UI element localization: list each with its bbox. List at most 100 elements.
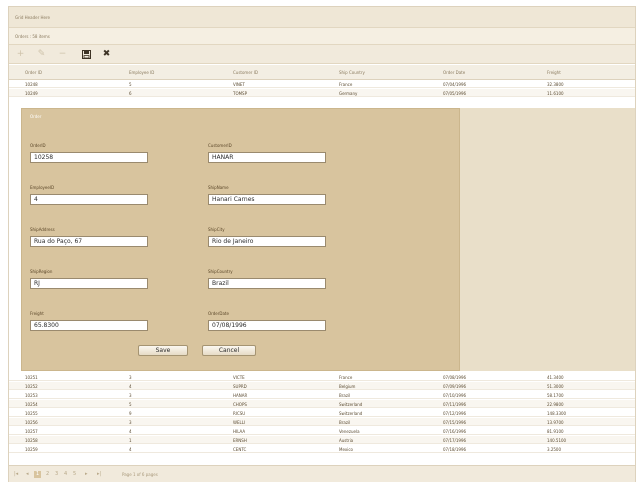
group-info: Orders : 58 items	[15, 34, 50, 39]
table-row[interactable]: 10253 3 HANAR Brazil 07/10/1996 58.1700	[9, 391, 635, 399]
cell-order-date: 07/18/1996	[443, 447, 467, 452]
cell-employee-id: 3	[129, 375, 132, 380]
cell-order-id: 10252	[25, 384, 38, 389]
employee-id-input[interactable]	[30, 194, 148, 205]
cell-ship-country: Mexico	[339, 447, 353, 452]
ship-city-input[interactable]	[208, 236, 326, 247]
table-row[interactable]: 10259 4 CENTC Mexico 07/18/1996 3.2500	[9, 445, 635, 453]
next-page-icon[interactable]: ▸	[85, 471, 88, 478]
cell-freight: 81.9100	[547, 429, 564, 434]
cell-ship-country: Germany	[339, 91, 358, 96]
column-header-employee-id[interactable]: Employee ID	[129, 70, 154, 75]
column-header-order-date[interactable]: Order Date	[443, 70, 465, 75]
cell-ship-country: Brazil	[339, 393, 351, 398]
page-number[interactable]: 4	[64, 471, 67, 478]
table-row[interactable]: 10249 6 TOMSP Germany 07/05/1996 11.6100	[9, 89, 635, 97]
cancel-icon[interactable]: ✖	[101, 49, 112, 60]
cell-order-date: 07/09/1996	[443, 384, 467, 389]
ship-city-label: ShipCity	[208, 227, 225, 232]
edit-form-panel: Order OrderID CustomerID EmployeeID Ship…	[21, 108, 460, 371]
cell-order-id: 10258	[25, 438, 38, 443]
cell-order-date: 07/12/1996	[443, 411, 467, 416]
cell-order-date: 07/10/1996	[443, 393, 467, 398]
freight-label: Freight	[30, 311, 44, 316]
first-page-icon[interactable]: |◂	[14, 471, 18, 478]
order-id-input[interactable]	[30, 152, 148, 163]
cell-order-id: 10256	[25, 420, 38, 425]
column-header-freight[interactable]: Freight	[547, 70, 561, 75]
save-button[interactable]: Save	[138, 345, 188, 356]
cell-employee-id: 4	[129, 447, 132, 452]
column-header-order-id[interactable]: Order ID	[25, 70, 42, 75]
ship-region-input[interactable]	[30, 278, 148, 289]
delete-icon[interactable]: −	[57, 49, 68, 60]
cell-freight: 148.3300	[547, 411, 567, 416]
group-info-bar: Orders : 58 items	[9, 28, 635, 45]
pager: |◂ ◂ 1 2 3 4 5 ▸ ▸| Page 1 of 6 pages	[9, 465, 635, 482]
cell-employee-id: 6	[129, 91, 132, 96]
order-date-input[interactable]	[208, 320, 326, 331]
ship-name-input[interactable]	[208, 194, 326, 205]
page-number[interactable]: 3	[55, 471, 58, 478]
column-header-ship-country[interactable]: Ship Country	[339, 70, 365, 75]
cell-employee-id: 3	[129, 420, 132, 425]
cancel-button[interactable]: Cancel	[202, 345, 256, 356]
cell-order-date: 07/17/1996	[443, 438, 467, 443]
ship-region-label: ShipRegion	[30, 269, 53, 274]
order-date-label: OrderDate	[208, 311, 229, 316]
ship-country-label: ShipCountry	[208, 269, 233, 274]
cell-ship-country: Switzerland	[339, 402, 363, 407]
column-header-customer-id[interactable]: Customer ID	[233, 70, 258, 75]
cell-freight: 58.1700	[547, 393, 564, 398]
cell-order-id: 10259	[25, 447, 38, 452]
table-row[interactable]: 10254 5 CHOPS Switzerland 07/11/1996 22.…	[9, 400, 635, 408]
ship-name-label: ShipName	[208, 185, 229, 190]
cell-customer-id: CHOPS	[233, 402, 247, 407]
cell-order-date: 07/11/1996	[443, 402, 467, 407]
table-row[interactable]: 10257 4 HILAA Venezuela 07/16/1996 81.91…	[9, 427, 635, 435]
table-row[interactable]: 10252 4 SUPRD Belgium 07/09/1996 51.3000	[9, 382, 635, 390]
cell-freight: 32.3800	[547, 82, 564, 87]
cell-employee-id: 1	[129, 438, 132, 443]
cell-customer-id: CENTC	[233, 447, 247, 452]
freight-input[interactable]	[30, 320, 148, 331]
customer-id-input[interactable]	[208, 152, 326, 163]
table-row[interactable]: 10248 5 VINET France 07/04/1996 32.3800	[9, 80, 635, 88]
save-icon[interactable]	[81, 49, 92, 60]
cell-freight: 11.6100	[547, 91, 564, 96]
cell-order-date: 07/15/1996	[443, 420, 467, 425]
cell-customer-id: SUPRD	[233, 384, 247, 389]
cell-ship-country: France	[339, 82, 353, 87]
employee-id-label: EmployeeID	[30, 185, 55, 190]
page-number[interactable]: 2	[46, 471, 49, 478]
ship-address-input[interactable]	[30, 236, 148, 247]
table-row[interactable]: 10256 3 WELLI Brazil 07/15/1996 13.9700	[9, 418, 635, 426]
table-row[interactable]: 10251 3 VICTE France 07/08/1996 41.3400	[9, 373, 635, 381]
cell-employee-id: 9	[129, 411, 132, 416]
cell-freight: 3.2500	[547, 447, 561, 452]
cell-ship-country: France	[339, 375, 353, 380]
grid-toolbar: + ✎ − ✖	[9, 45, 635, 64]
cell-ship-country: Brazil	[339, 420, 351, 425]
table-row[interactable]: 10258 1 ERNSH Austria 07/17/1996 140.510…	[9, 436, 635, 444]
page-number[interactable]: 1	[34, 471, 42, 478]
customer-id-label: CustomerID	[208, 143, 232, 148]
cell-customer-id: RICSU	[233, 411, 246, 416]
ship-country-input[interactable]	[208, 278, 326, 289]
cell-order-id: 10253	[25, 393, 38, 398]
prev-page-icon[interactable]: ◂	[26, 471, 29, 478]
cell-order-id: 10248	[25, 82, 38, 87]
page-number[interactable]: 5	[73, 471, 76, 478]
orders-grid: Grid Header Here Orders : 58 items + ✎ −…	[8, 6, 636, 482]
cell-customer-id: HANAR	[233, 393, 248, 398]
pager-info: Page 1 of 6 pages	[122, 472, 158, 477]
add-icon[interactable]: +	[15, 49, 26, 60]
grid-header-row: Order ID Employee ID Customer ID Ship Co…	[9, 65, 635, 80]
order-id-label: OrderID	[30, 143, 46, 148]
cell-customer-id: VINET	[233, 82, 245, 87]
cell-freight: 22.9800	[547, 402, 564, 407]
table-row[interactable]: 10255 9 RICSU Switzerland 07/12/1996 148…	[9, 409, 635, 417]
cell-ship-country: Switzerland	[339, 411, 363, 416]
edit-icon[interactable]: ✎	[36, 49, 47, 60]
last-page-icon[interactable]: ▸|	[97, 471, 101, 478]
